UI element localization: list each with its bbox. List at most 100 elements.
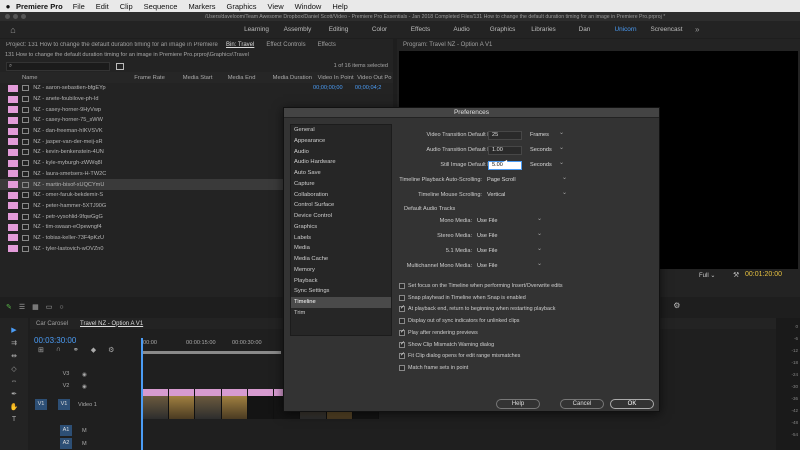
menu-graphics[interactable]: Graphics [227, 2, 257, 11]
timeline-clip[interactable] [143, 389, 170, 419]
ripple-edit-icon[interactable]: ⇹ [11, 352, 17, 360]
timeline-clip[interactable] [195, 389, 222, 419]
checkbox-box[interactable] [399, 304, 405, 313]
workspace-effects[interactable]: Effects [400, 26, 441, 33]
still-image-unit-dropdown[interactable]: Seconds [530, 159, 564, 170]
tab-effect-controls[interactable]: Effect Controls [260, 42, 311, 48]
workspace-audio[interactable]: Audio [441, 26, 482, 33]
workspace-unicorn[interactable]: Unicorn [605, 26, 646, 33]
ok-button[interactable]: OK [610, 399, 654, 409]
column-media-duration[interactable]: Media Duration [273, 75, 318, 81]
minimize-window-button[interactable] [13, 14, 18, 19]
mono-media-dropdown[interactable]: Use File [477, 215, 542, 226]
preferences-category-item[interactable]: Capture [291, 179, 391, 190]
tab-travel-nz[interactable]: Travel NZ - Option A V1 [74, 321, 149, 327]
preference-checkbox[interactable]: Play after rendering previews [399, 328, 478, 336]
more-workspaces-icon[interactable]: » [695, 25, 699, 34]
preferences-category-item[interactable]: Graphics [291, 222, 391, 233]
nest-icon[interactable]: ⊞ [38, 346, 44, 354]
track-label[interactable]: A1 [60, 425, 72, 436]
app-name-menu[interactable]: Premiere Pro [16, 2, 63, 11]
track-label[interactable]: A2 [60, 438, 72, 449]
timeline-clip[interactable] [221, 389, 248, 419]
video-transition-input[interactable]: 25 [488, 131, 522, 140]
autoscroll-dropdown[interactable]: Page Scroll [487, 174, 567, 185]
menu-markers[interactable]: Markers [188, 2, 215, 11]
snap-icon[interactable]: ∩ [56, 346, 61, 354]
checkbox-box[interactable] [399, 340, 405, 348]
workspace-editing[interactable]: Editing [318, 26, 359, 33]
linked-selection-icon[interactable]: ⚭ [73, 346, 79, 354]
checkbox-box[interactable] [399, 294, 405, 301]
add-marker-icon[interactable]: ◆ [91, 346, 96, 354]
menu-edit[interactable]: Edit [96, 2, 109, 11]
preferences-category-item[interactable]: Appearance [291, 136, 391, 147]
track-label[interactable]: V2 [60, 381, 72, 392]
preferences-category-item[interactable]: Audio [291, 147, 391, 158]
type-tool-icon[interactable]: T [12, 416, 16, 423]
pen-tool-icon[interactable]: ✒ [11, 390, 17, 398]
timeline-clip[interactable] [169, 389, 196, 419]
preference-checkbox[interactable]: Snap playhead in Timeline when Snap is e… [399, 294, 526, 301]
checkbox-box[interactable] [399, 328, 405, 336]
video-transition-unit-dropdown[interactable]: Frames [530, 129, 564, 140]
preferences-category-item[interactable]: Timeline [291, 297, 391, 308]
preferences-category-item[interactable]: Labels [291, 233, 391, 244]
preferences-category-item[interactable]: Trim [291, 308, 391, 319]
audio-transition-input[interactable]: 1.00 [488, 146, 522, 155]
icon-view-icon[interactable]: ▦ [32, 303, 39, 311]
column-video-in[interactable]: Video In Point [318, 75, 358, 81]
column-media-end[interactable]: Media End [228, 75, 273, 81]
tab-effects[interactable]: Effects [312, 42, 342, 48]
tab-bin-travel[interactable]: Bin: Travel [220, 42, 260, 48]
menu-sequence[interactable]: Sequence [144, 2, 178, 11]
workspace-libraries[interactable]: Libraries [523, 26, 564, 33]
preference-checkbox[interactable]: Display out of sync indicators for unlin… [399, 318, 519, 325]
preferences-category-item[interactable]: Media Cache [291, 254, 391, 265]
playhead[interactable] [141, 338, 143, 450]
work-area-bar[interactable] [141, 351, 281, 354]
stereo-media-dropdown[interactable]: Use File [477, 230, 542, 241]
preferences-category-item[interactable]: Media [291, 243, 391, 254]
timeline-clip[interactable] [247, 389, 275, 419]
menu-clip[interactable]: Clip [120, 2, 133, 11]
preferences-category-item[interactable]: Auto Save [291, 168, 391, 179]
track-label[interactable]: V3 [60, 369, 72, 380]
freeform-view-icon[interactable]: ▭ [46, 303, 53, 311]
preferences-category-item[interactable]: Device Control [291, 211, 391, 222]
preferences-category-item[interactable]: Memory [291, 265, 391, 276]
track-select-icon[interactable]: ⇉ [11, 339, 17, 347]
workspace-graphics[interactable]: Graphics [482, 26, 523, 33]
checkbox-box[interactable] [399, 364, 405, 371]
multichannel-dropdown[interactable]: Use File [477, 260, 542, 271]
preference-checkbox[interactable]: Set focus on the Timeline when performin… [399, 283, 563, 289]
surround-media-dropdown[interactable]: Use File [477, 245, 542, 256]
workspace-color[interactable]: Color [359, 26, 400, 33]
source-patch-v1[interactable]: V1 [35, 399, 47, 410]
checkbox-box[interactable] [399, 283, 405, 289]
column-frame-rate[interactable]: Frame Rate [134, 75, 183, 81]
mute-icon[interactable]: M [82, 428, 87, 434]
cancel-button[interactable]: Cancel [560, 399, 604, 409]
eye-icon[interactable]: ◉ [82, 372, 87, 378]
zoom-slider-icon[interactable]: ○ [59, 304, 63, 311]
preference-checkbox[interactable]: Fit Clip dialog opens for edit range mis… [399, 351, 520, 360]
mute-icon[interactable]: M [82, 441, 87, 447]
audio-transition-unit-dropdown[interactable]: Seconds [530, 144, 564, 155]
preferences-category-item[interactable]: Sync Settings [291, 286, 391, 297]
workspace-assembly[interactable]: Assembly [277, 26, 318, 33]
tab-project[interactable]: Project: 131 How to change the default d… [0, 42, 220, 48]
track-label[interactable]: V1 [58, 399, 70, 410]
bin-item-row[interactable]: NZ - aaron-sebastien-bfgEYp 00;00;00;00 00… [0, 83, 393, 94]
menu-window[interactable]: Window [295, 2, 322, 11]
pencil-icon[interactable]: ✎ [6, 303, 12, 311]
column-media-start[interactable]: Media Start [183, 75, 228, 81]
preference-checkbox[interactable]: Match frame sets in point [399, 364, 468, 371]
program-monitor-title[interactable]: Program: Travel NZ - Option A V1 [397, 42, 498, 48]
column-name[interactable]: Name [0, 75, 134, 81]
preferences-category-item[interactable]: Control Surface [291, 200, 391, 211]
checkbox-box[interactable] [399, 351, 405, 360]
hand-tool-icon[interactable]: ✋ [10, 403, 19, 411]
home-icon[interactable]: ⌂ [0, 25, 26, 35]
razor-icon[interactable]: ◇ [11, 365, 16, 373]
